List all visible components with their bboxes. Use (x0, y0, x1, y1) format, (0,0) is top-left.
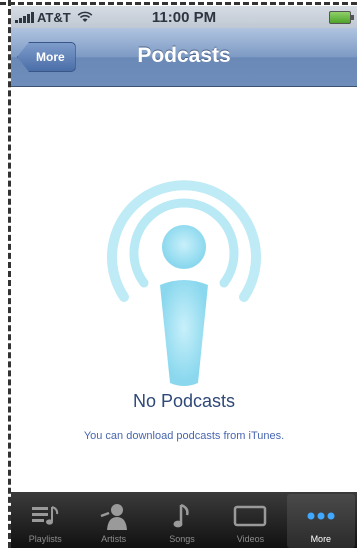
artists-icon (97, 502, 131, 530)
podcasts-content[interactable]: No Podcasts You can download podcasts fr… (11, 87, 357, 492)
crop-border-top (0, 2, 357, 5)
tab-artists[interactable]: Artists (79, 492, 147, 548)
status-bar: AT&T 11:00 PM (11, 6, 357, 28)
playlists-icon (28, 502, 62, 530)
videos-icon (233, 502, 267, 530)
podcast-icon (107, 180, 261, 386)
tab-label: Artists (101, 534, 127, 544)
empty-state-message: You can download podcasts from iTunes. (83, 430, 285, 442)
iphone-screen: AT&T 11:00 PM More Podcasts No Podcasts … (0, 0, 357, 548)
tab-label: Songs (169, 534, 195, 544)
navigation-bar: More Podcasts (11, 28, 357, 87)
tab-songs[interactable]: Songs (148, 492, 216, 548)
tab-playlists[interactable]: Playlists (11, 492, 79, 548)
tab-label: Playlists (28, 534, 62, 544)
tab-label: Videos (236, 534, 265, 544)
tab-bar: Playlists Artists Songs Videos More (11, 492, 357, 548)
tab-videos[interactable]: Videos (216, 492, 284, 548)
tab-more[interactable]: More (286, 494, 356, 548)
battery-icon (329, 11, 354, 24)
tab-label: More (310, 534, 332, 544)
empty-state-title: No Podcasts (132, 391, 236, 411)
more-icon (304, 502, 338, 530)
songs-icon (165, 502, 199, 530)
page-title: Podcasts (137, 44, 231, 67)
clock-time: 11:00 PM (151, 8, 217, 26)
